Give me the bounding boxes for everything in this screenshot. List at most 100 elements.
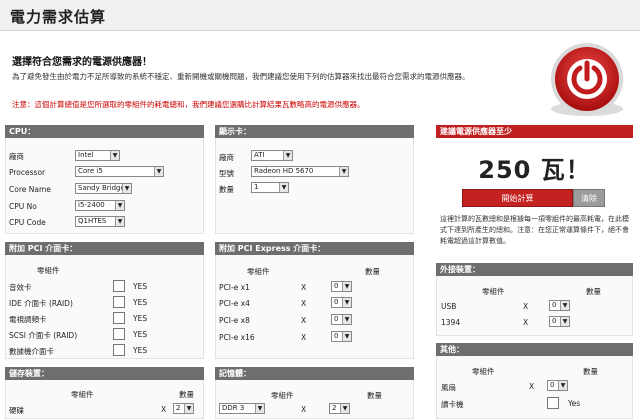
external-qty-select[interactable]: 0 ▼ <box>549 316 570 327</box>
pci-panel-header: 附加 PCI 介面卡： <box>5 242 204 255</box>
external-item-label: USB <box>441 302 457 311</box>
pci-item-checkbox[interactable] <box>113 280 125 292</box>
chevron-down-icon: ▼ <box>340 404 349 413</box>
other-item-label: 讀卡機 <box>441 400 464 409</box>
chevron-down-icon: ▼ <box>255 404 264 413</box>
external-x-mark: X <box>523 302 529 311</box>
display-brand-select[interactable]: ATI ▼ <box>251 150 293 161</box>
storage-x-mark: X <box>161 405 167 414</box>
pcie-qty-select[interactable]: 0 ▼ <box>331 331 352 342</box>
storage-col-component: 零組件 <box>71 390 94 399</box>
memory-col-qty: 數量 <box>367 391 382 400</box>
card-reader-checkbox[interactable] <box>547 397 559 409</box>
memory-panel-header: 記憶體： <box>215 367 414 380</box>
chevron-down-icon: ▼ <box>154 167 163 176</box>
pcie-panel-header: 附加 PCI Express 介面卡： <box>215 242 414 255</box>
other-col-qty: 數量 <box>583 367 598 376</box>
pcie-item-label: PCI-e x16 <box>219 333 255 342</box>
display-model-select[interactable]: Radeon HD 5670 ▼ <box>251 166 349 177</box>
display-qty-label: 數量 <box>219 185 234 194</box>
pcie-x-mark: X <box>301 316 307 325</box>
chevron-down-icon: ▼ <box>342 298 351 307</box>
recommend-value: 250 瓦！ <box>478 156 591 184</box>
display-model-label: 型號 <box>219 169 234 178</box>
cpu-code-label: CPU Code <box>9 218 46 227</box>
chevron-down-icon: ▼ <box>560 317 569 326</box>
storage-panel-header: 儲存裝置： <box>5 367 204 380</box>
external-col-qty: 數量 <box>586 287 601 296</box>
other-item-value: Yes <box>568 399 581 408</box>
chevron-down-icon: ▼ <box>122 184 131 193</box>
pci-item-value: YES <box>133 330 148 339</box>
chevron-down-icon: ▼ <box>184 404 193 413</box>
chevron-down-icon: ▼ <box>283 151 292 160</box>
pcie-col-qty: 數量 <box>365 267 380 276</box>
other-qty-select[interactable]: 0 ▼ <box>547 380 568 391</box>
pci-item-checkbox[interactable] <box>113 344 125 356</box>
pcie-col-component: 零組件 <box>247 267 270 276</box>
pci-item-label: 電視調頻卡 <box>9 315 47 324</box>
pcie-x-mark: X <box>301 333 307 342</box>
pci-item-label: SCSI 介面卡 (RAID) <box>9 331 78 340</box>
recommend-description: 這裡計算的瓦數總和是根據每一項零組件的最高耗電，在此模式下達到所產生的總和。注意… <box>440 215 629 245</box>
pcie-qty-select[interactable]: 0 ▼ <box>331 297 352 308</box>
pci-item-label: 音效卡 <box>9 283 32 292</box>
cpu-processor-select[interactable]: Core i5 ▼ <box>75 166 164 177</box>
pci-col-component: 零組件 <box>37 266 60 275</box>
external-item-label: 1394 <box>441 318 461 327</box>
chevron-down-icon: ▼ <box>279 183 288 192</box>
pcie-item-label: PCI-e x1 <box>219 283 250 292</box>
chevron-down-icon: ▼ <box>342 315 351 324</box>
pci-item-label: 數據機介面卡 <box>9 347 54 356</box>
pci-item-value: YES <box>133 298 148 307</box>
memory-type-select[interactable]: DDR 3 ▼ <box>219 403 265 414</box>
pci-item-value: YES <box>133 314 148 323</box>
external-col-component: 零組件 <box>482 287 505 296</box>
start-calculation-button[interactable]: 開始計算 <box>462 189 573 207</box>
top-bar: 電力需求估算 <box>0 0 640 31</box>
cpu-brand-select[interactable]: Intel ▼ <box>75 150 120 161</box>
pci-item-checkbox[interactable] <box>113 328 125 340</box>
display-qty-select[interactable]: 1 ▼ <box>251 182 289 193</box>
chevron-down-icon: ▼ <box>560 301 569 310</box>
intro-text: 為了避免發生由於電力不足所導致的系統不穩定、重新開機或關機問題，我們建議您使用下… <box>12 72 470 81</box>
other-panel-header: 其他： <box>436 343 633 356</box>
intro-heading: 選擇符合您需求的電源供應器！ <box>12 57 152 68</box>
cpu-core-name-label: Core Name <box>9 185 51 194</box>
pcie-x-mark: X <box>301 299 307 308</box>
chevron-down-icon: ▼ <box>110 151 119 160</box>
chevron-down-icon: ▼ <box>115 217 124 226</box>
pcie-item-label: PCI-e x4 <box>219 299 250 308</box>
memory-x-mark: X <box>301 405 307 414</box>
external-panel-header: 外接裝置： <box>436 263 633 276</box>
clear-button[interactable]: 清除 <box>573 189 605 207</box>
cpu-core-name-select[interactable]: Sandy Bridge ▼ <box>75 183 132 194</box>
pci-item-checkbox[interactable] <box>113 312 125 324</box>
cpu-processor-label: Processor <box>9 168 46 177</box>
power-button-icon <box>551 43 623 116</box>
display-panel <box>215 138 414 234</box>
other-item-label: 風扇 <box>441 383 456 392</box>
storage-item-label: 硬碟 <box>9 406 24 415</box>
display-panel-header: 顯示卡： <box>215 125 414 138</box>
external-qty-select[interactable]: 0 ▼ <box>549 300 570 311</box>
pci-item-checkbox[interactable] <box>113 296 125 308</box>
other-x-mark: X <box>529 382 535 391</box>
chevron-down-icon: ▼ <box>115 201 124 210</box>
pcie-qty-select[interactable]: 0 ▼ <box>331 314 352 325</box>
cpu-brand-label: 廠商 <box>9 152 24 161</box>
chevron-down-icon: ▼ <box>558 381 567 390</box>
pci-item-value: YES <box>133 282 148 291</box>
memory-qty-select[interactable]: 2 ▼ <box>329 403 350 414</box>
intro-note: 注意：這個計算總值是您所選取的零組件的耗電總和，我們建議您選購比計算結果瓦數略高… <box>12 100 365 109</box>
cpu-no-label: CPU No <box>9 202 37 211</box>
external-panel <box>436 276 633 336</box>
pcie-x-mark: X <box>301 283 307 292</box>
chevron-down-icon: ▼ <box>342 282 351 291</box>
storage-qty-select[interactable]: 2 ▼ <box>173 403 194 414</box>
cpu-no-select[interactable]: i5-2400 ▼ <box>75 200 125 211</box>
pcie-qty-select[interactable]: 0 ▼ <box>331 281 352 292</box>
cpu-code-select[interactable]: Q1HTES ▼ <box>75 216 125 227</box>
pcie-item-label: PCI-e x8 <box>219 316 250 325</box>
external-x-mark: X <box>523 318 529 327</box>
